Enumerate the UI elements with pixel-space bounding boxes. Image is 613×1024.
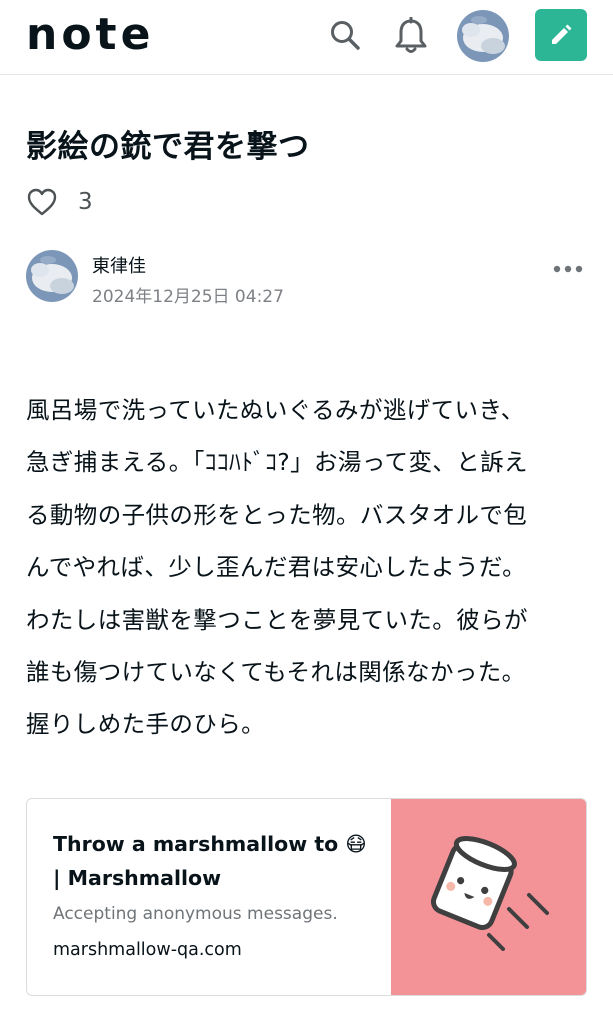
body-line: 握りしめた手のひら。 — [26, 710, 265, 739]
bell-icon[interactable] — [393, 17, 429, 55]
note-logo-text: note — [26, 16, 154, 56]
article-title: 影絵の銃で君を撃つ — [26, 129, 310, 165]
sky-avatar-image — [26, 250, 78, 302]
body-line: 急ぎ捕まえる。「ｺｺﾊﾄﾞｺ?」お湯って変、と訴え — [26, 448, 528, 477]
top-header: note — [0, 0, 613, 75]
article-body: 風呂場で洗っていたぬいぐるみが逃げていき、 急ぎ捕まえる。「ｺｺﾊﾄﾞｺ?」お湯… — [26, 384, 596, 751]
like-row: 3 — [26, 184, 93, 220]
post-button[interactable] — [535, 9, 587, 61]
heart-icon[interactable] — [26, 187, 58, 217]
link-card[interactable]: Throw a marshmallow to 😷 | Marshmallow A… — [26, 798, 587, 996]
author-avatar[interactable] — [26, 250, 78, 302]
body-line: 誰も傷つけていなくてもそれは関係なかった。 — [26, 658, 526, 687]
marshmallow-icon — [430, 836, 549, 951]
search-icon[interactable] — [328, 18, 362, 52]
sky-avatar-image — [457, 10, 509, 62]
body-line: 風呂場で洗っていたぬいぐるみが逃げていき、 — [26, 396, 525, 424]
user-avatar[interactable] — [457, 10, 509, 62]
link-card-thumbnail — [391, 799, 586, 995]
body-line: わたしは害獣を撃つことを夢見ていた。彼らが — [26, 605, 528, 634]
like-count: 3 — [78, 189, 93, 215]
author-name[interactable]: 東律佳 — [92, 252, 146, 278]
more-options-icon[interactable] — [552, 262, 584, 276]
post-date: 2024年12月25日 04:27 — [92, 287, 284, 307]
note-logo[interactable]: note — [26, 16, 186, 56]
body-line: る動物の子供の形をとった物。バスタオルで包 — [26, 500, 528, 529]
link-card-text: Throw a marshmallow to 😷 | Marshmallow A… — [27, 799, 391, 995]
link-card-description: Accepting anonymous messages. — [53, 904, 338, 924]
link-card-domain: marshmallow-qa.com — [53, 940, 242, 960]
body-line: んでやれば、少し歪んだ君は安心したようだ。 — [26, 553, 527, 582]
link-card-title: Throw a marshmallow to 😷 | Marshmallow — [53, 832, 367, 890]
pencil-icon — [552, 24, 572, 44]
